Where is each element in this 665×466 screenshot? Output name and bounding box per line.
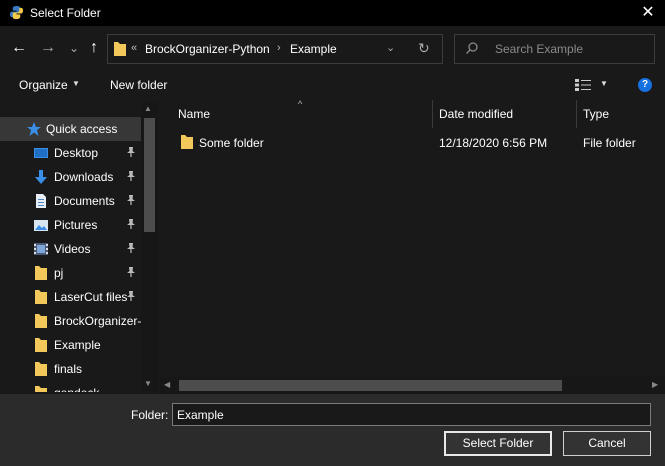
sidebar-item-label: Desktop [54, 146, 99, 160]
sidebar-item[interactable]: BrockOrganizer- [0, 309, 141, 333]
forward-arrow-icon[interactable]: → [38, 38, 58, 58]
up-arrow-icon[interactable]: ↑ [84, 38, 104, 58]
scroll-right-icon[interactable]: ▶ [652, 380, 658, 389]
folder-icon [33, 313, 49, 329]
folder-name-input[interactable] [172, 403, 651, 426]
scroll-down-icon[interactable]: ▼ [144, 379, 152, 388]
pin-icon[interactable] [125, 218, 137, 230]
search-input[interactable]: Search Example [495, 42, 583, 56]
dialog-footer: Folder: Select Folder Cancel [0, 394, 665, 466]
column-divider[interactable] [432, 100, 433, 128]
sidebar-item[interactable]: pj [0, 261, 141, 285]
folder-label: Folder: [131, 408, 169, 422]
sidebar-item-label: Example [54, 338, 101, 352]
folder-icon [33, 361, 49, 377]
folder-icon [181, 135, 193, 149]
pin-icon[interactable] [125, 266, 137, 278]
desktop-icon [33, 145, 49, 161]
horizontal-scrollbar[interactable]: ◀ ▶ [160, 377, 665, 394]
folder-icon [33, 385, 49, 392]
pin-icon[interactable] [125, 290, 137, 302]
title-bar: Select Folder ✕ [0, 0, 665, 26]
overflow-icon[interactable]: « [131, 42, 137, 54]
chevron-down-icon[interactable]: ⌄ [386, 41, 395, 54]
search-icon [466, 42, 478, 54]
star-icon [26, 121, 42, 137]
document-icon [33, 193, 49, 209]
new-folder-button[interactable]: New folder [110, 78, 167, 92]
sidebar-item-label: BrockOrganizer- [54, 314, 142, 328]
sidebar-item[interactable]: Desktop [0, 141, 141, 165]
navigation-pane: gendeck finals Example BrockOrganizer- Laser… [0, 102, 158, 392]
sidebar-item[interactable]: Downloads [0, 165, 141, 189]
breadcrumb-separator-icon[interactable]: › [277, 42, 281, 54]
scrollbar-thumb[interactable] [144, 118, 155, 232]
folder-icon [33, 265, 49, 281]
sidebar-item-label: Documents [54, 194, 115, 208]
scrollbar-thumb[interactable] [179, 380, 562, 391]
back-arrow-icon[interactable]: ← [9, 38, 29, 58]
command-toolbar: Organize ▼ New folder ▼ ? [0, 70, 665, 100]
file-date: 12/18/2020 6:56 PM [439, 136, 548, 150]
column-header-type[interactable]: Type [583, 107, 609, 121]
sidebar-item-label: Quick access [46, 122, 118, 136]
help-icon[interactable]: ? [638, 78, 652, 92]
sidebar-item-label: Downloads [54, 170, 114, 184]
sidebar-item[interactable]: LaserCut files [0, 285, 141, 309]
sort-ascending-icon: ^ [298, 99, 303, 109]
sidebar-item[interactable]: Quick access [0, 117, 141, 141]
column-header-name[interactable]: Name [178, 107, 210, 121]
refresh-icon[interactable]: ↻ [418, 40, 430, 57]
select-folder-button[interactable]: Select Folder [444, 431, 552, 456]
scroll-up-icon[interactable]: ▲ [144, 104, 152, 113]
pin-icon[interactable] [125, 194, 137, 206]
pin-icon[interactable] [125, 242, 137, 254]
file-name: Some folder [199, 136, 264, 150]
sidebar-item-label: LaserCut files [54, 290, 128, 304]
videos-icon [33, 241, 49, 257]
pin-icon[interactable] [125, 146, 137, 158]
sidebar-item[interactable]: finals [0, 357, 141, 381]
sidebar-item[interactable]: Example [0, 333, 141, 357]
caret-down-icon[interactable]: ▼ [600, 79, 608, 88]
close-icon[interactable]: ✕ [635, 1, 661, 25]
file-type: File folder [583, 136, 636, 150]
folder-icon [33, 337, 49, 353]
column-header-date[interactable]: Date modified [439, 107, 513, 121]
file-list: ^ Name Date modified Type Some folder 12… [160, 99, 665, 394]
address-bar[interactable]: « BrockOrganizer-Python › Example ⌄ ↻ [107, 34, 443, 64]
recent-locations-icon[interactable]: ⌄ [64, 38, 84, 58]
python-icon [9, 5, 24, 20]
sidebar-item[interactable]: Documents [0, 189, 141, 213]
folder-icon [33, 289, 49, 305]
column-divider[interactable] [576, 100, 577, 128]
caret-down-icon[interactable]: ▼ [72, 79, 80, 88]
folder-icon [114, 42, 126, 56]
vertical-scrollbar[interactable]: ▲ ▼ [141, 102, 158, 392]
sidebar-item-label: pj [54, 266, 64, 280]
sidebar-item-label: finals [54, 362, 83, 376]
breadcrumb-item[interactable]: BrockOrganizer-Python [145, 42, 270, 56]
window-title: Select Folder [30, 6, 101, 20]
pin-icon[interactable] [125, 170, 137, 182]
breadcrumb-item[interactable]: Example [290, 42, 337, 56]
cancel-button[interactable]: Cancel [563, 431, 651, 456]
file-row[interactable]: Some folder 12/18/2020 6:56 PM File fold… [170, 130, 650, 154]
view-options-icon[interactable] [575, 79, 591, 91]
sidebar-item[interactable]: Pictures [0, 213, 141, 237]
sidebar-item[interactable]: gendeck [0, 381, 141, 392]
sidebar-item[interactable]: Videos [0, 237, 141, 261]
download-icon [33, 169, 49, 185]
navigation-bar: ← → ⌄ ↑ « BrockOrganizer-Python › Exampl… [0, 26, 665, 70]
sidebar-item-label: Pictures [54, 218, 98, 232]
sidebar-item-label: Videos [54, 242, 91, 256]
sidebar-item-label: gendeck [54, 386, 99, 392]
search-box[interactable]: Search Example [454, 34, 655, 64]
pictures-icon [33, 217, 49, 233]
organize-button[interactable]: Organize [19, 78, 68, 92]
scroll-left-icon[interactable]: ◀ [164, 380, 170, 389]
